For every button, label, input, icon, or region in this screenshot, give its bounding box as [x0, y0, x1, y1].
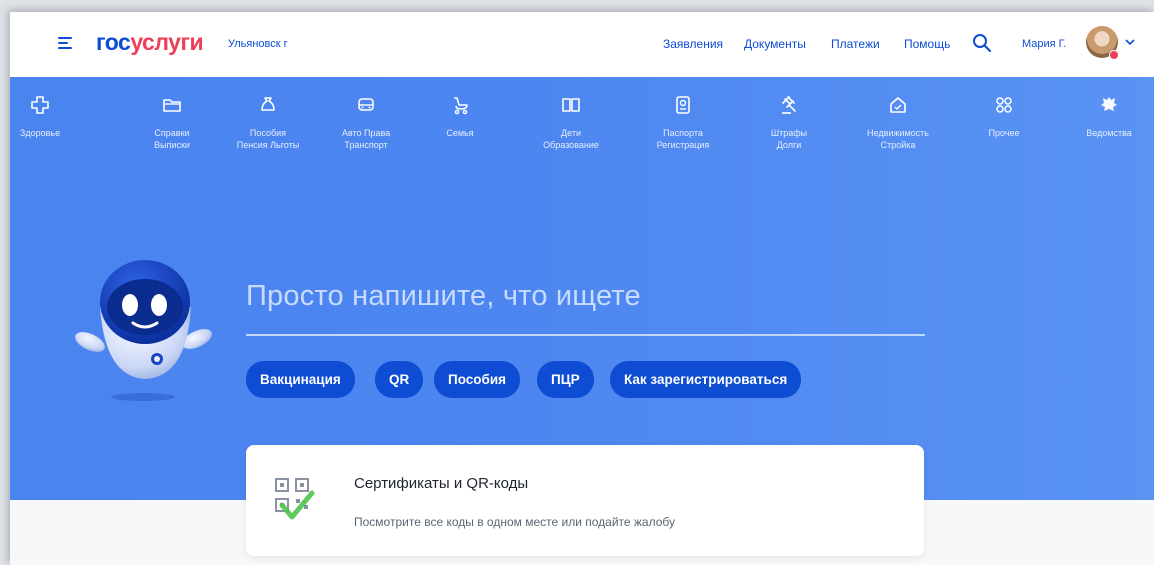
certificates-card[interactable]: Сертификаты и QR-коды Посмотрите все код…	[246, 445, 924, 556]
category-agencies[interactable]: Ведомства	[1059, 95, 1154, 139]
search-underline	[246, 334, 925, 336]
chevron-down-icon[interactable]	[1125, 37, 1135, 47]
category-certificates[interactable]: Справки Выписки	[122, 95, 222, 151]
nav-documents[interactable]: Документы	[744, 37, 806, 51]
category-label: Здоровье	[19, 128, 61, 138]
category-other[interactable]: Прочее	[954, 95, 1054, 139]
stroller-icon	[454, 97, 468, 115]
menu-icon[interactable]	[58, 36, 72, 50]
chip-qr[interactable]: QR	[375, 361, 424, 398]
nav-help[interactable]: Помощь	[904, 37, 950, 51]
book-icon	[562, 98, 580, 112]
category-children[interactable]: Дети Образование	[521, 95, 621, 151]
category-label: Пособия Пенсия Льготы	[236, 128, 300, 150]
chip-how-to-register[interactable]: Как зарегистрироваться	[610, 361, 802, 398]
category-real-estate[interactable]: Недвижимость Стройка	[848, 95, 948, 151]
category-label: Паспорта Регистрация	[656, 128, 710, 150]
city-selector[interactable]: Ульяновск г	[228, 38, 288, 50]
nav-payments[interactable]: Платежи	[831, 37, 880, 51]
top-header: госуслуги Ульяновск г Заявления Документ…	[10, 12, 1154, 77]
category-label: Семья	[446, 128, 474, 138]
hero-section: Здоровье Справки Выписки Пособия Пенсия …	[10, 77, 1154, 500]
category-label: Прочее	[988, 128, 1020, 138]
category-label: Дети Образование	[543, 128, 599, 150]
chip-pcr[interactable]: ПЦР	[537, 361, 594, 398]
passport-icon	[676, 96, 690, 114]
qr-code-check-icon	[275, 478, 315, 520]
category-auto[interactable]: Авто Права Транспорт	[316, 95, 416, 151]
chip-benefits[interactable]: Пособия	[434, 361, 521, 398]
grid-icon	[996, 97, 1012, 113]
page: госуслуги Ульяновск г Заявления Документ…	[10, 12, 1154, 565]
category-label: Недвижимость Стройка	[867, 128, 929, 150]
category-family[interactable]: Семья	[410, 95, 510, 139]
search-icon[interactable]	[972, 33, 992, 53]
chip-vaccination[interactable]: Вакцинация	[246, 361, 355, 398]
nav-applications[interactable]: Заявления	[663, 37, 723, 51]
category-label: Ведомства	[1086, 128, 1132, 138]
search-input[interactable]: Просто напишите, что ищете	[246, 280, 641, 313]
category-benefits[interactable]: Пособия Пенсия Льготы	[218, 95, 318, 151]
house-icon	[890, 97, 906, 113]
category-fines[interactable]: Штрафы Долги	[739, 95, 839, 151]
card-title: Сертификаты и QR-коды	[354, 475, 529, 492]
car-icon	[358, 98, 374, 111]
category-label: Штрафы Долги	[770, 128, 808, 150]
coat-of-arms-icon	[1101, 97, 1117, 111]
user-name[interactable]: Мария Г.	[1022, 38, 1066, 50]
logo-part-gos: гос	[96, 29, 131, 55]
money-bag-icon	[261, 97, 275, 111]
category-passports[interactable]: Паспорта Регистрация	[633, 95, 733, 151]
category-label: Авто Права Транспорт	[341, 128, 391, 150]
folder-icon	[163, 99, 181, 112]
logo-part-uslugi: услуги	[130, 29, 204, 55]
gosuslugi-logo[interactable]: госуслуги	[96, 29, 204, 56]
notification-dot	[1109, 50, 1119, 60]
card-subtitle: Посмотрите все коды в одном месте или по…	[354, 515, 676, 529]
health-cross-icon	[31, 96, 49, 114]
category-health[interactable]: Здоровье	[10, 95, 90, 139]
gavel-icon	[782, 96, 796, 114]
robot-assistant-illustration[interactable]	[65, 247, 225, 412]
category-label: Справки Выписки	[154, 128, 190, 150]
